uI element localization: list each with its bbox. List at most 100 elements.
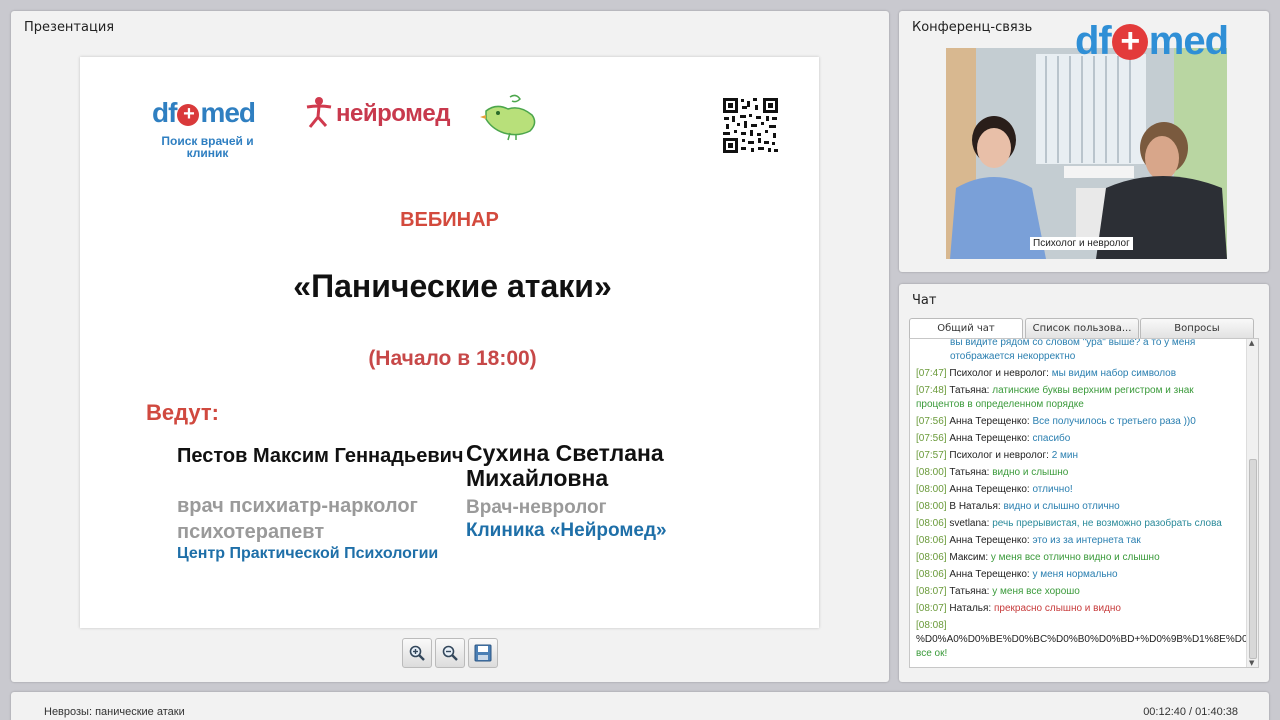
chat-message-author: Психолог и невролог: xyxy=(949,450,1049,461)
chat-message-text: отлично! xyxy=(1032,484,1073,495)
chat-message-time: [07:56] xyxy=(916,433,947,444)
host2-name: Сухина Светлана Михайловна xyxy=(466,440,664,491)
chat-message-author: Анна Терещенко: xyxy=(949,433,1030,444)
chat-message: [07:57] Психолог и невролог: 2 мин xyxy=(910,448,1246,465)
chat-message: [08:00] Анна Терещенко: отлично! xyxy=(910,482,1246,499)
playback-time: 00:12:40 / 01:40:38 xyxy=(1143,706,1238,718)
scroll-down-icon[interactable]: ▼ xyxy=(1249,659,1254,667)
chat-message-text: мы видим набор символов xyxy=(1051,368,1177,379)
chat-message-text: прекрасно слышно и видно xyxy=(994,603,1121,614)
chat-panel: Чат Общий чат Список пользова... Вопросы… xyxy=(899,284,1269,682)
chat-message-time: [08:00] xyxy=(916,501,947,512)
presentation-slide: df+med Поиск врачей и клиник нейромед xyxy=(80,57,819,628)
host2-org: Клиника «Нейромед» xyxy=(466,520,667,541)
chat-message-time: [08:00] xyxy=(916,484,947,495)
chat-message: [08:06] Максим: у меня все отлично видно… xyxy=(910,550,1246,567)
chat-message-text: 2 мин xyxy=(1051,450,1079,461)
chat-message: [07:56] Анна Терещенко: спасибо xyxy=(910,431,1246,448)
slide-hosts-label: Ведут: xyxy=(146,400,219,425)
chat-message-author: В Наталья: xyxy=(949,501,1001,512)
video-label: Психолог и невролог xyxy=(1030,237,1133,250)
zoom-in-icon xyxy=(409,645,425,661)
neuromed-logo: нейромед xyxy=(304,95,450,129)
chat-message: [08:07] Наталья: прекрасно слышно и видн… xyxy=(910,601,1246,618)
chat-message-author: Максим: xyxy=(949,552,989,563)
chat-message-text: видно и слышно xyxy=(992,467,1069,478)
chat-message-time: [08:07] xyxy=(916,586,947,597)
video-frame xyxy=(946,48,1227,259)
chat-message-text: у меня все хорошо xyxy=(992,586,1080,597)
chat-message-text: видно и слышно отлично xyxy=(1003,501,1120,512)
chat-message-time: [08:06] xyxy=(916,569,947,580)
chat-message-time: [08:06] xyxy=(916,518,947,529)
chat-scrollbar[interactable]: ▲ ▼ xyxy=(1246,339,1258,667)
chat-message-author: %D0%A0%D0%BE%D0%BC%D0%B0%D0%BD+%D0%9B%D1… xyxy=(916,634,1258,645)
chat-title: Чат xyxy=(912,293,937,308)
chat-message: [08:08] %D0%A0%D0%BE%D0%BC%D0%B0%D0%BD+%… xyxy=(910,618,1258,663)
floppy-disk-icon xyxy=(474,644,492,662)
chat-message-author: Татьяна: xyxy=(949,385,990,396)
chat-message-text: Все получилось с третьего раза ))0 xyxy=(1032,416,1196,427)
qr-code-icon xyxy=(722,97,779,154)
chat-message: [08:06] Анна Терещенко: у меня нормально xyxy=(910,567,1246,584)
video-feed[interactable]: Психолог и невролог xyxy=(946,48,1227,259)
chat-message-author: Татьяна: xyxy=(949,586,990,597)
chat-message-author: Анна Терещенко: xyxy=(949,416,1030,427)
chat-message-author: Анна Терещенко: xyxy=(949,535,1030,546)
scroll-up-icon[interactable]: ▲ xyxy=(1249,339,1254,347)
conference-panel: Конференц-связь Психолог и невролог df + m… xyxy=(899,11,1269,272)
chat-message-time: [07:48] xyxy=(916,385,947,396)
chat-message-text: речь прерывистая, не возможно разобрать … xyxy=(992,518,1222,529)
host1-name: Пестов Максим Геннадьевич xyxy=(177,445,464,467)
chat-message-time: [08:00] xyxy=(916,467,947,478)
chat-message: [08:07] Татьяна: у меня все хорошо xyxy=(910,584,1246,601)
presentation-title: Презентация xyxy=(24,20,115,35)
chat-message: [08:06] Анна Терещенко: это из за интерн… xyxy=(910,533,1246,550)
chat-message-author: Анна Терещенко: xyxy=(949,569,1030,580)
chat-message: вы видите рядом со словом "ура" выше? а … xyxy=(910,338,1246,366)
save-button[interactable] xyxy=(468,638,498,668)
neuromed-figure-icon xyxy=(306,97,332,128)
slide-webinar-label: ВЕБИНАР xyxy=(400,209,499,231)
chat-message-time: [08:06] xyxy=(916,535,947,546)
chat-messages-area: вы видите рядом со словом "ура" выше? а … xyxy=(909,338,1259,668)
tab-questions[interactable]: Вопросы xyxy=(1140,318,1254,338)
zoom-out-icon xyxy=(442,645,458,661)
chat-message-text: все ок! xyxy=(916,648,948,659)
chat-message-author: Татьяна: xyxy=(949,467,990,478)
chat-message: [08:06] svetlana: речь прерывистая, не в… xyxy=(910,516,1246,533)
chat-message: [08:00] В Наталья: видно и слышно отличн… xyxy=(910,499,1246,516)
chat-message-time: [08:08] xyxy=(916,620,947,631)
chat-message-author: Психолог и невролог: xyxy=(949,368,1049,379)
dfmed-watermark: df + med xyxy=(1075,19,1229,63)
chat-message-time: [07:47] xyxy=(916,368,947,379)
chat-message: [08:00] Татьяна: видно и слышно xyxy=(910,465,1246,482)
chat-tabs: Общий чат Список пользова... Вопросы xyxy=(909,318,1257,339)
zoom-out-button[interactable] xyxy=(435,638,465,668)
chat-message-author: svetlana: xyxy=(949,518,990,529)
chat-message: [07:47] Психолог и невролог: мы видим на… xyxy=(910,366,1246,383)
chat-message-text: это из за интернета так xyxy=(1032,535,1141,546)
tab-user-list[interactable]: Список пользова... xyxy=(1025,318,1139,338)
chat-message-time: [07:56] xyxy=(916,416,947,427)
conference-title: Конференц-связь xyxy=(912,20,1033,35)
chat-message-list: вы видите рядом со словом "ура" выше? а … xyxy=(910,338,1258,663)
chat-message-time: [07:57] xyxy=(916,450,947,461)
bottom-bar: Неврозы: панические атаки 00:12:40 / 01:… xyxy=(11,692,1269,720)
host1-role: врач психиатр-нарколог психотерапевт xyxy=(177,495,418,543)
chat-message-author: Анна Терещенко: xyxy=(949,484,1030,495)
chat-message-text: у меня нормально xyxy=(1032,569,1118,580)
chat-message-text: у меня все отлично видно и слышно xyxy=(990,552,1160,563)
slide-start-time: (Начало в 18:00) xyxy=(368,347,537,370)
chat-message: [07:48] Татьяна: латинские буквы верхним… xyxy=(910,383,1246,414)
chat-message-text: вы видите рядом со словом "ура" выше? а … xyxy=(950,338,1196,362)
host2-role: Врач-невролог xyxy=(466,497,607,518)
chat-scroll-thumb[interactable] xyxy=(1249,459,1257,659)
dfmed-tagline: Поиск врачей и клиник xyxy=(161,134,254,160)
presentation-panel: Презентация df + med Поиск врачей и клиник… xyxy=(11,11,889,682)
dfmed-logo: df + med xyxy=(152,97,256,128)
webinar-title: Неврозы: панические атаки xyxy=(44,706,185,718)
zoom-in-button[interactable] xyxy=(402,638,432,668)
bird-logo-icon xyxy=(480,94,536,141)
tab-general-chat[interactable]: Общий чат xyxy=(909,318,1023,339)
